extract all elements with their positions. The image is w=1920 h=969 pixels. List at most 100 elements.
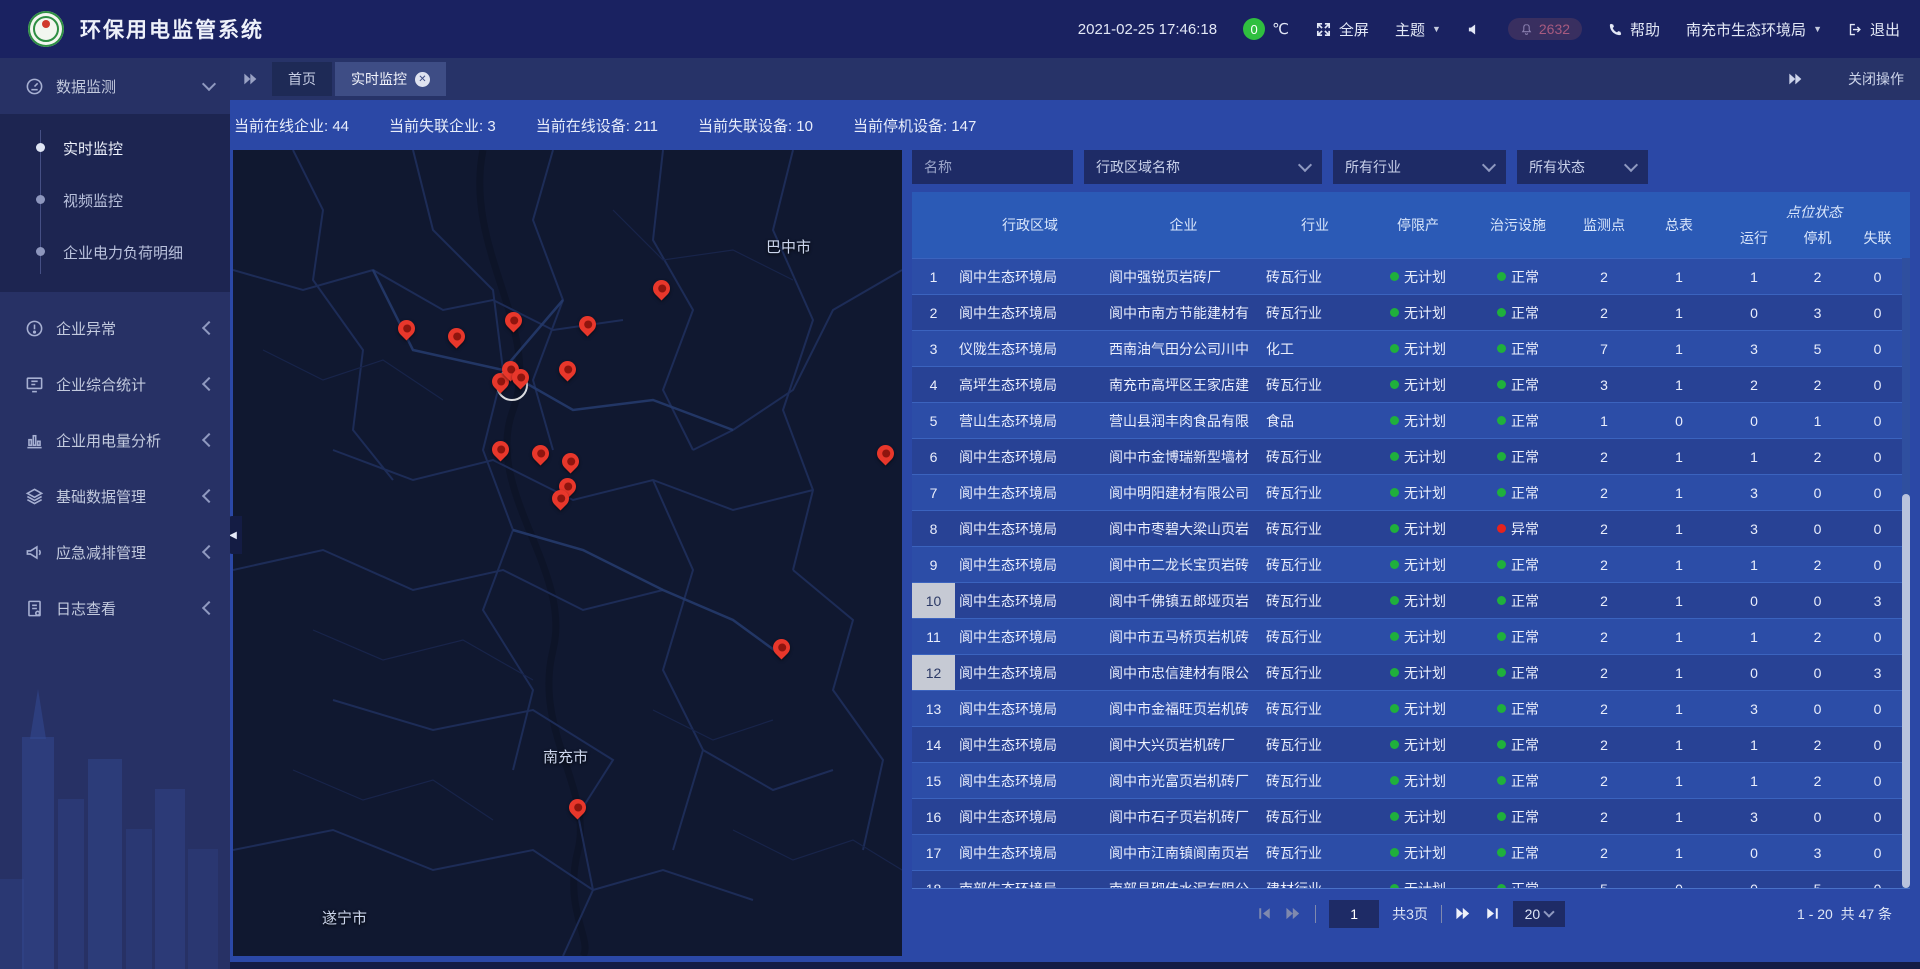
table-row[interactable]: 6阆中生态环境局阆中市金博瑞新型墙材砖瓦行业无计划正常21120 bbox=[912, 438, 1910, 474]
cell-facility-status: 正常 bbox=[1468, 879, 1568, 889]
table-row[interactable]: 13阆中生态环境局阆中市金福旺页岩机砖砖瓦行业无计划正常21300 bbox=[912, 690, 1910, 726]
cell-run: 3 bbox=[1718, 521, 1790, 537]
first-page-button[interactable] bbox=[1257, 906, 1272, 921]
map-canvas[interactable]: 巴中市南充市遂宁市 bbox=[233, 150, 902, 956]
table-scrollbar-track[interactable] bbox=[1902, 258, 1910, 888]
cell-run: 3 bbox=[1718, 809, 1790, 825]
status-filter-select[interactable]: 所有状态 bbox=[1517, 150, 1648, 184]
table-row[interactable]: 2阆中生态环境局阆中市南方节能建材有砖瓦行业无计划正常21030 bbox=[912, 294, 1910, 330]
tabs-scroll-right-button[interactable] bbox=[1788, 72, 1804, 86]
table-scrollbar-thumb[interactable] bbox=[1902, 494, 1910, 888]
status-dot-icon bbox=[1390, 776, 1399, 785]
help-button[interactable]: 帮助 bbox=[1608, 19, 1660, 40]
tab-home[interactable]: 首页 bbox=[272, 62, 332, 96]
status-dot-icon bbox=[1497, 812, 1506, 821]
region-filter-select[interactable]: 行政区域名称 bbox=[1084, 150, 1322, 184]
status-dot-label: 正常 bbox=[1511, 555, 1539, 575]
cell-limit-status: 无计划 bbox=[1368, 663, 1468, 683]
prev-page-button[interactable] bbox=[1285, 906, 1302, 921]
cell-industry: 砖瓦行业 bbox=[1262, 555, 1368, 575]
table-row[interactable]: 3仪陇生态环境局西南油气田分公司川中化工无计划正常71350 bbox=[912, 330, 1910, 366]
industry-filter-select[interactable]: 所有行业 bbox=[1333, 150, 1506, 184]
status-dot-icon bbox=[1390, 704, 1399, 713]
close-tab-icon[interactable]: ✕ bbox=[415, 72, 430, 87]
cell-lost: 0 bbox=[1845, 305, 1910, 321]
table-header: 行政区域 企业 行业 停限产 治污设施 监测点 总表 点位状态 运行 停机 失联 bbox=[912, 192, 1910, 258]
logout-button[interactable]: 退出 bbox=[1848, 19, 1900, 40]
cell-points: 2 bbox=[1568, 593, 1640, 609]
cell-company: 南部县砌佳水泥有限公 bbox=[1105, 879, 1262, 889]
fullscreen-button[interactable]: 全屏 bbox=[1315, 19, 1369, 40]
cell-company: 南充市高坪区王家店建 bbox=[1105, 375, 1262, 395]
sidebar-item-base-data[interactable]: 基础数据管理 bbox=[0, 468, 230, 524]
next-page-button[interactable] bbox=[1455, 906, 1472, 921]
status-dot-label: 正常 bbox=[1511, 663, 1539, 683]
table-row[interactable]: 7阆中生态环境局阆中明阳建材有限公司砖瓦行业无计划正常21300 bbox=[912, 474, 1910, 510]
cell-facility-status: 正常 bbox=[1468, 375, 1568, 395]
cell-run: 0 bbox=[1718, 665, 1790, 681]
sidebar-item-power-load-detail[interactable]: 企业电力负荷明细 bbox=[0, 226, 230, 278]
table-row[interactable]: 18南部生态环境局南部县砌佳水泥有限公建材行业无计划正常50050 bbox=[912, 870, 1910, 888]
stat-item: 当前失联企业: 3 bbox=[389, 115, 496, 136]
table-row[interactable]: 5营山生态环境局营山县润丰肉食品有限食品无计划正常10010 bbox=[912, 402, 1910, 438]
table-row[interactable]: 15阆中生态环境局阆中市光富页岩机砖厂砖瓦行业无计划正常21120 bbox=[912, 762, 1910, 798]
table-row[interactable]: 14阆中生态环境局阆中大兴页岩机砖厂砖瓦行业无计划正常21120 bbox=[912, 726, 1910, 762]
cell-points: 2 bbox=[1568, 845, 1640, 861]
record-range-label: 1 - 20 共 47 条 bbox=[1797, 904, 1892, 924]
status-dot-label: 无计划 bbox=[1404, 627, 1446, 647]
cell-region: 阆中生态环境局 bbox=[955, 519, 1105, 539]
tabs-scroll-left-button[interactable] bbox=[230, 58, 272, 100]
status-dot-label: 正常 bbox=[1511, 375, 1539, 395]
table-row[interactable]: 11阆中生态环境局阆中市五马桥页岩机砖砖瓦行业无计划正常21120 bbox=[912, 618, 1910, 654]
sidebar-item-emergency-reduction[interactable]: 应急减排管理 bbox=[0, 524, 230, 580]
cell-run: 1 bbox=[1718, 737, 1790, 753]
tab-realtime-monitor[interactable]: 实时监控 ✕ bbox=[335, 62, 446, 96]
cell-facility-status: 正常 bbox=[1468, 303, 1568, 323]
table-row[interactable]: 8阆中生态环境局阆中市枣碧大梁山页岩砖瓦行业无计划异常21300 bbox=[912, 510, 1910, 546]
table-row[interactable]: 4高坪生态环境局南充市高坪区王家店建砖瓦行业无计划正常31220 bbox=[912, 366, 1910, 402]
status-dot-icon bbox=[1390, 488, 1399, 497]
chevron-down-icon bbox=[202, 77, 216, 91]
cell-meter: 1 bbox=[1640, 521, 1718, 537]
table-row[interactable]: 16阆中生态环境局阆中市石子页岩机砖厂砖瓦行业无计划正常21300 bbox=[912, 798, 1910, 834]
speaker-icon[interactable] bbox=[1467, 22, 1482, 37]
table-row[interactable]: 12阆中生态环境局阆中市忠信建材有限公砖瓦行业无计划正常21003 bbox=[912, 654, 1910, 690]
last-page-button[interactable] bbox=[1485, 906, 1500, 921]
chevron-down-icon bbox=[1544, 906, 1555, 917]
notification-badge[interactable]: 2632 bbox=[1508, 18, 1582, 40]
close-operations-button[interactable]: 关闭操作 bbox=[1848, 69, 1904, 89]
cell-region: 阆中生态环境局 bbox=[955, 447, 1105, 467]
cell-points: 2 bbox=[1568, 629, 1640, 645]
col-meter: 总表 bbox=[1640, 192, 1718, 258]
table-row[interactable]: 10阆中生态环境局阆中千佛镇五郎垭页岩砖瓦行业无计划正常21003 bbox=[912, 582, 1910, 618]
sidebar-item-data-monitor[interactable]: 数据监测 bbox=[0, 58, 230, 114]
alert-circle-icon bbox=[24, 318, 44, 338]
status-dot-icon bbox=[1390, 344, 1399, 353]
sidebar-item-realtime-monitor[interactable]: 实时监控 bbox=[0, 122, 230, 174]
table-row[interactable]: 9阆中生态环境局阆中市二龙长宝页岩砖砖瓦行业无计划正常21120 bbox=[912, 546, 1910, 582]
sidebar-item-power-analysis[interactable]: 企业用电量分析 bbox=[0, 412, 230, 468]
table-row[interactable]: 1阆中生态环境局阆中强锐页岩砖厂砖瓦行业无计划正常21120 bbox=[912, 258, 1910, 294]
sidebar-item-log-view[interactable]: 日志查看 bbox=[0, 580, 230, 636]
chevron-down-icon bbox=[1298, 158, 1312, 172]
status-dot-icon bbox=[1390, 848, 1399, 857]
cell-lost: 0 bbox=[1845, 449, 1910, 465]
page-size-select[interactable]: 20 bbox=[1513, 901, 1565, 927]
theme-dropdown[interactable]: 主题 ▼ bbox=[1395, 19, 1441, 40]
sidebar-item-enterprise-statistics[interactable]: 企业综合统计 bbox=[0, 356, 230, 412]
sidebar-item-enterprise-abnormal[interactable]: 企业异常 bbox=[0, 300, 230, 356]
cell-run: 1 bbox=[1718, 773, 1790, 789]
table-row[interactable]: 17阆中生态环境局阆中市江南镇阆南页岩砖瓦行业无计划正常21030 bbox=[912, 834, 1910, 870]
cell-lost: 0 bbox=[1845, 269, 1910, 285]
enterprise-table: 行政区域 企业 行业 停限产 治污设施 监测点 总表 点位状态 运行 停机 失联… bbox=[912, 192, 1910, 888]
status-dot-label: 无计划 bbox=[1404, 375, 1446, 395]
org-dropdown[interactable]: 南充市生态环境局 ▼ bbox=[1686, 19, 1822, 40]
name-filter-input[interactable] bbox=[912, 150, 1073, 184]
cell-limit-status: 无计划 bbox=[1368, 735, 1468, 755]
cell-meter: 1 bbox=[1640, 269, 1718, 285]
status-dot-label: 无计划 bbox=[1404, 339, 1446, 359]
cell-index: 13 bbox=[912, 691, 955, 726]
page-number-input[interactable] bbox=[1329, 900, 1379, 928]
sidebar-item-video-monitor[interactable]: 视频监控 bbox=[0, 174, 230, 226]
cell-company: 阆中市二龙长宝页岩砖 bbox=[1105, 555, 1262, 575]
